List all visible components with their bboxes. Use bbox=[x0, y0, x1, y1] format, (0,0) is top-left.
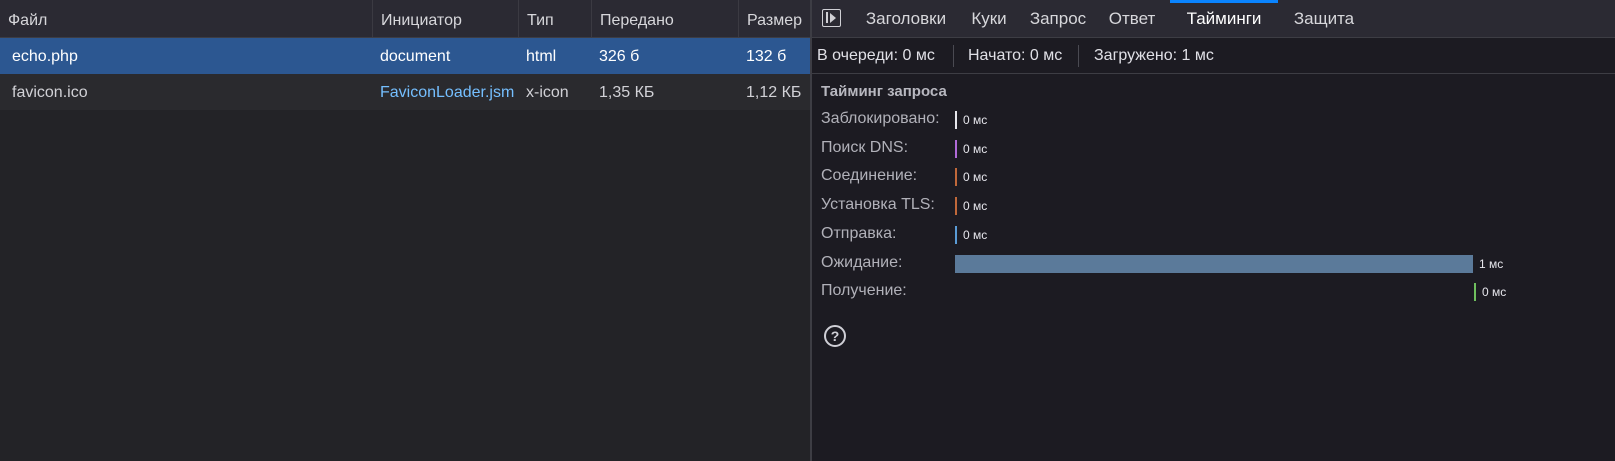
cell-initiator: document bbox=[380, 48, 451, 65]
timing-bar bbox=[955, 197, 957, 215]
summary-queued: В очереди: 0 мс bbox=[817, 47, 935, 64]
summary-divider bbox=[953, 45, 954, 67]
timing-value: 0 мс bbox=[1482, 285, 1507, 299]
column-header-size[interactable]: Размер bbox=[738, 0, 810, 37]
summary-loaded: Загружено: 1 мс bbox=[1094, 47, 1214, 64]
summary-started: Начато: 0 мс bbox=[968, 47, 1063, 64]
timing-label: Отправка: bbox=[821, 225, 897, 242]
column-header-type[interactable]: Тип bbox=[518, 0, 591, 37]
table-row[interactable]: favicon.ico FaviconLoader.jsm x-icon 1,3… bbox=[0, 74, 810, 110]
network-request-list: Файл Инициатор Тип Передано Размер echo.… bbox=[0, 0, 810, 461]
summary-divider bbox=[1078, 45, 1079, 67]
tab-request[interactable]: Запрос bbox=[1022, 0, 1094, 37]
timing-label: Заблокировано: bbox=[821, 110, 940, 127]
timing-row: Ожидание: 1 мс bbox=[812, 250, 1615, 278]
column-header-transferred[interactable]: Передано bbox=[591, 0, 738, 37]
table-row[interactable]: echo.php document html 326 б 132 б bbox=[0, 38, 810, 74]
timing-label: Получение: bbox=[821, 282, 907, 299]
tab-security[interactable]: Защита bbox=[1286, 0, 1362, 37]
timing-bar bbox=[955, 140, 957, 158]
timing-bar bbox=[955, 255, 1473, 273]
toggle-arrow bbox=[830, 13, 836, 23]
timing-row: Поиск DNS: 0 мс bbox=[812, 135, 1615, 163]
timing-row: Заблокировано: 0 мс bbox=[812, 106, 1615, 134]
timing-label: Поиск DNS: bbox=[821, 139, 909, 156]
cell-transferred: 326 б bbox=[599, 48, 640, 65]
toggle-bar bbox=[826, 12, 828, 23]
column-header-initiator[interactable]: Инициатор bbox=[372, 0, 518, 37]
request-table-header: Файл Инициатор Тип Передано Размер bbox=[0, 0, 810, 38]
timing-row: Установка TLS: 0 мс bbox=[812, 192, 1615, 220]
tab-response[interactable]: Ответ bbox=[1102, 0, 1162, 37]
column-header-file[interactable]: Файл bbox=[0, 0, 372, 37]
timing-label: Установка TLS: bbox=[821, 196, 935, 213]
timing-value: 0 мс bbox=[963, 170, 988, 184]
cell-type: html bbox=[526, 48, 557, 65]
timing-value: 0 мс bbox=[963, 113, 988, 127]
tab-headers[interactable]: Заголовки bbox=[856, 0, 956, 37]
request-details-panel: Заголовки Куки Запрос Ответ Тайминги Защ… bbox=[812, 0, 1615, 461]
timing-label: Соединение: bbox=[821, 167, 918, 184]
cell-type: x-icon bbox=[526, 84, 569, 101]
cell-file: favicon.ico bbox=[12, 84, 88, 101]
help-icon[interactable]: ? bbox=[824, 325, 846, 347]
timing-bar bbox=[955, 111, 957, 129]
details-tab-bar: Заголовки Куки Запрос Ответ Тайминги Защ… bbox=[812, 0, 1615, 38]
timing-value: 0 мс bbox=[963, 228, 988, 242]
timing-row: Получение: 0 мс bbox=[812, 278, 1615, 306]
timing-row: Соединение: 0 мс bbox=[812, 163, 1615, 191]
timing-bar bbox=[955, 168, 957, 186]
timing-value: 0 мс bbox=[963, 199, 988, 213]
timing-label: Ожидание: bbox=[821, 254, 903, 271]
timing-value: 0 мс bbox=[963, 142, 988, 156]
timing-bar bbox=[955, 226, 957, 244]
tab-cookies[interactable]: Куки bbox=[964, 0, 1014, 37]
timing-row: Отправка: 0 мс bbox=[812, 221, 1615, 249]
cell-size: 1,12 КБ bbox=[746, 84, 802, 101]
timing-bar bbox=[1474, 283, 1476, 301]
cell-file: echo.php bbox=[12, 48, 78, 65]
cell-size: 132 б bbox=[746, 48, 787, 65]
timing-value: 1 мс bbox=[1479, 257, 1504, 271]
tab-timings[interactable]: Тайминги bbox=[1170, 0, 1278, 37]
cell-transferred: 1,35 КБ bbox=[599, 84, 655, 101]
panel-toggle-icon[interactable] bbox=[822, 9, 841, 27]
request-timing-title: Тайминг запроса bbox=[821, 83, 947, 100]
cell-initiator-link[interactable]: FaviconLoader.jsm bbox=[372, 74, 518, 110]
timing-summary: В очереди: 0 мс Начато: 0 мс Загружено: … bbox=[812, 38, 1615, 74]
